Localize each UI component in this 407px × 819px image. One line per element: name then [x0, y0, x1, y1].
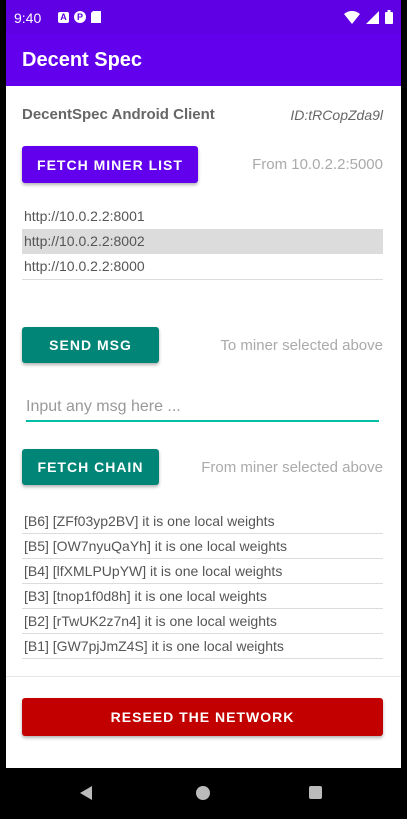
message-input[interactable] — [26, 394, 379, 422]
reseed-network-button[interactable]: RESEED THE NETWORK — [22, 698, 383, 736]
status-notification-icons: A P — [58, 11, 101, 23]
status-bar: 9:40 A P — [6, 0, 401, 34]
battery-icon — [385, 10, 393, 24]
status-system-icons — [344, 10, 393, 24]
chain-block-item[interactable]: [B6] [ZFf03yp2BV] it is one local weight… — [22, 509, 383, 534]
wifi-icon — [344, 10, 360, 24]
chain-block-item[interactable]: [B1] [GW7pjJmZ4S] it is one local weight… — [22, 634, 383, 659]
send-msg-target-hint: To miner selected above — [220, 337, 383, 354]
home-icon[interactable] — [196, 786, 210, 800]
chain-block-item[interactable]: [B4] [lfXMLPUpYW] it is one local weight… — [22, 559, 383, 584]
client-id-label: ID:tRCopZda9l — [290, 107, 383, 123]
client-title: DecentSpec Android Client — [22, 106, 215, 123]
chain-list: [B6] [ZFf03yp2BV] it is one local weight… — [22, 509, 383, 659]
miner-list-item-selected[interactable]: http://10.0.2.2:8002 — [22, 229, 383, 254]
fetch-chain-source-hint: From miner selected above — [201, 459, 383, 476]
miner-list: http://10.0.2.2:8001 http://10.0.2.2:800… — [22, 204, 383, 280]
notification-p-icon: P — [74, 11, 86, 23]
sd-card-icon — [91, 11, 101, 23]
fetch-chain-button[interactable]: FETCH CHAIN — [22, 449, 159, 485]
fetch-miner-list-button[interactable]: FETCH MINER LIST — [22, 146, 198, 183]
notification-a-icon: A — [58, 11, 69, 23]
chain-block-item[interactable]: [B3] [tnop1f0d8h] it is one local weight… — [22, 584, 383, 609]
send-msg-button[interactable]: SEND MSG — [22, 327, 159, 363]
fetch-miners-source-hint: From 10.0.2.2:5000 — [252, 156, 383, 173]
chain-block-item[interactable]: [B2] [rTwUK2z7n4] it is one local weight… — [22, 609, 383, 634]
phone-screen: 9:40 A P Decent Spec DecentSpec Android … — [0, 0, 407, 819]
navigation-bar — [0, 768, 407, 819]
miner-list-item[interactable]: http://10.0.2.2:8001 — [22, 204, 383, 229]
app-bar: Decent Spec — [6, 34, 401, 86]
signal-icon — [366, 10, 379, 24]
recents-icon[interactable] — [309, 786, 322, 799]
back-icon[interactable] — [80, 786, 92, 800]
app-title: Decent Spec — [22, 49, 143, 71]
main-content: DecentSpec Android Client ID:tRCopZda9l … — [6, 86, 401, 768]
status-time: 9:40 — [14, 10, 42, 26]
chain-block-item[interactable]: [B5] [OW7nyuQaYh] it is one local weight… — [22, 534, 383, 559]
miner-list-item[interactable]: http://10.0.2.2:8000 — [22, 254, 383, 279]
miner-list-divider — [22, 279, 383, 280]
section-divider — [6, 676, 401, 677]
